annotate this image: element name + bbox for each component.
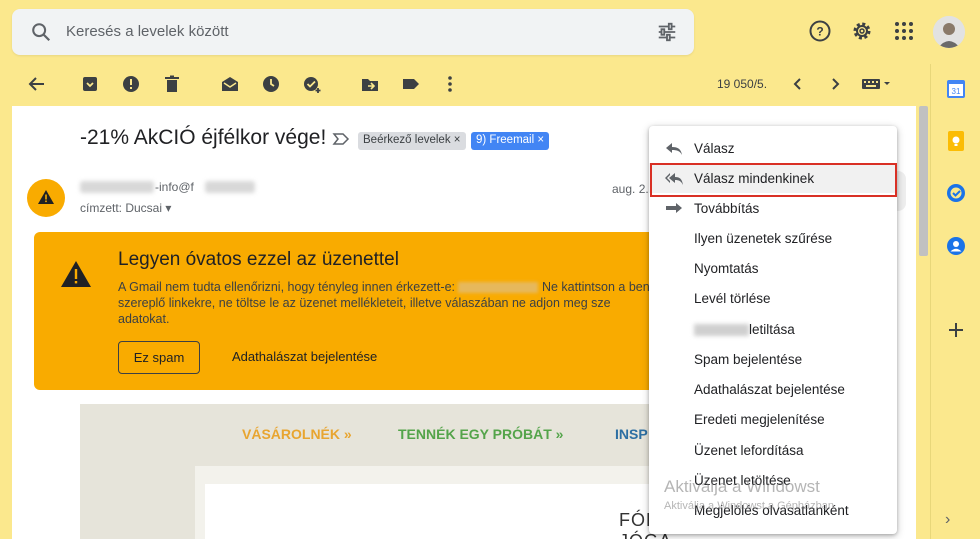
menu-item-label: Eredeti megjelenítése <box>694 412 825 427</box>
svg-text:?: ? <box>816 25 823 39</box>
warning-triangle-icon <box>38 190 54 204</box>
menu-item-forward[interactable]: Továbbítás <box>649 193 897 223</box>
sender-avatar <box>27 179 65 217</box>
menu-item-label: Válasz <box>694 141 735 156</box>
scrollbar-thumb[interactable] <box>919 106 928 256</box>
shop-link[interactable]: VÁSÁROLNÉK » <box>242 426 352 442</box>
snooze-icon[interactable] <box>261 74 281 94</box>
older-chevron-icon[interactable] <box>825 74 845 94</box>
sender-name-redacted <box>80 181 154 193</box>
report-spam-button[interactable]: Ez spam <box>118 341 200 374</box>
move-to-icon[interactable] <box>360 74 380 94</box>
top-bar: Keresés a levelek között ? <box>0 0 980 64</box>
menu-item-report-phishing[interactable]: Adathalászat bejelentése <box>649 374 897 404</box>
menu-item-label: Továbbítás <box>694 201 760 216</box>
side-panel: 31 <box>930 64 980 539</box>
warning-text-part2: Ne kattintson a benne <box>541 280 664 294</box>
more-actions-menu: Válasz Válasz mindenkinek Továbbítás Ily… <box>649 126 897 534</box>
label-chip-inbox[interactable]: Beérkező levelek × <box>358 132 466 150</box>
recipient-line[interactable]: címzett: Ducsai ▾ <box>80 201 171 215</box>
vertical-scrollbar[interactable] <box>917 106 930 256</box>
side-panel-expand-icon[interactable]: › <box>945 511 950 529</box>
menu-item-label: Válasz mindenkinek <box>694 171 815 186</box>
label-chip-text: Beérkező levelek <box>363 134 451 146</box>
sender-domain-redacted <box>205 181 255 193</box>
inspiration-link[interactable]: INSP <box>615 426 648 442</box>
menu-item-delete[interactable]: Levél törlése <box>649 283 897 313</box>
search-input[interactable]: Keresés a levelek között <box>66 23 229 40</box>
search-options-icon[interactable] <box>656 21 678 43</box>
label-chip-freemail[interactable]: 9) Freemail × <box>471 132 550 150</box>
archive-icon[interactable] <box>80 74 100 94</box>
warning-text-part1: A Gmail nem tudta ellenőrizni, hogy tény… <box>118 280 455 294</box>
menu-item-label: Levél törlése <box>694 291 771 306</box>
sender-email: -info@f <box>155 180 194 194</box>
reply-all-icon <box>665 173 683 185</box>
warning-icon <box>61 261 91 287</box>
forward-icon <box>666 203 682 213</box>
delete-icon[interactable] <box>162 74 182 94</box>
warning-text: A Gmail nem tudta ellenőrizni, hogy tény… <box>118 279 668 327</box>
importance-marker-icon[interactable] <box>332 132 350 146</box>
warning-text-line2: szereplő linkekre, ne töltse le az üzene… <box>118 296 611 310</box>
email-subject: -21% AkCIÓ éjfélkor vége! <box>80 126 327 149</box>
windows-activation-watermark: Aktiválja a Windowst <box>664 477 820 496</box>
windows-activation-subtitle: Aktiválja a Windowst a Gépházban. <box>664 500 838 512</box>
add-addon-icon[interactable] <box>945 319 967 341</box>
report-phishing-button[interactable]: Adathalászat bejelentése <box>232 349 377 364</box>
apps-grid-icon[interactable] <box>892 19 916 43</box>
more-vertical-icon[interactable] <box>440 74 460 94</box>
menu-item-label: Adathalászat bejelentése <box>694 382 845 397</box>
redacted-sender-name <box>694 324 749 336</box>
remove-label-icon[interactable]: × <box>454 134 461 146</box>
remove-label-icon[interactable]: × <box>537 134 544 146</box>
label-icon[interactable] <box>401 74 421 94</box>
menu-item-label: Üzenet lefordítása <box>694 443 804 458</box>
search-bar[interactable]: Keresés a levelek között <box>12 9 694 55</box>
phishing-warning-banner: Legyen óvatos ezzel az üzenettel A Gmail… <box>34 232 674 390</box>
recipient-text: címzett: Ducsai <box>80 201 163 215</box>
menu-item-print[interactable]: Nyomtatás <box>649 253 897 283</box>
search-icon[interactable] <box>30 21 52 43</box>
user-photo-icon <box>933 16 965 48</box>
calendar-icon[interactable]: 31 <box>945 78 967 100</box>
message-toolbar: 19 050/5. <box>0 64 930 106</box>
warning-title: Legyen óvatos ezzel az üzenettel <box>118 249 399 270</box>
menu-item-filter[interactable]: Ilyen üzenetek szűrése <box>649 223 897 253</box>
menu-item-label: Nyomtatás <box>694 261 759 276</box>
keyboard-icon[interactable] <box>861 74 891 94</box>
account-avatar[interactable] <box>933 16 965 48</box>
contacts-icon[interactable] <box>945 235 967 257</box>
reply-icon <box>666 143 682 155</box>
label-chip-text: 9) Freemail <box>476 134 535 146</box>
add-task-icon[interactable] <box>302 74 322 94</box>
back-arrow-icon[interactable] <box>27 74 47 94</box>
menu-item-report-spam[interactable]: Spam bejelentése <box>649 344 897 374</box>
email-date: aug. 2. <box>612 182 649 196</box>
warning-text-line3: adatokat. <box>118 312 170 326</box>
menu-item-show-original[interactable]: Eredeti megjelenítése <box>649 404 897 434</box>
svg-text:31: 31 <box>952 87 961 96</box>
newer-chevron-icon[interactable] <box>788 74 808 94</box>
recipient-details-icon[interactable]: ▾ <box>165 201 171 215</box>
email-content-panel: FÓLIÁS JÓGA <box>205 484 700 539</box>
message-count: 19 050/5. <box>717 77 768 91</box>
menu-item-label: Ilyen üzenetek szűrése <box>694 231 833 246</box>
redacted-address <box>458 282 539 294</box>
tasks-icon[interactable] <box>945 182 967 204</box>
report-spam-icon[interactable] <box>121 74 141 94</box>
menu-item-translate[interactable]: Üzenet lefordítása <box>649 435 897 465</box>
menu-item-block[interactable]: letiltása <box>649 314 897 344</box>
menu-item-reply[interactable]: Válasz <box>649 133 897 163</box>
email-content-box: FÓLIÁS JÓGA <box>195 466 700 539</box>
help-icon[interactable]: ? <box>808 19 832 43</box>
menu-item-label: letiltása <box>749 322 795 337</box>
menu-item-label: Spam bejelentése <box>694 352 803 367</box>
mark-unread-icon[interactable] <box>220 74 240 94</box>
keep-icon[interactable] <box>945 130 967 152</box>
menu-item-reply-all[interactable]: Válasz mindenkinek <box>649 163 897 197</box>
try-link[interactable]: TENNÉK EGY PRÓBÁT » <box>398 426 563 442</box>
settings-icon[interactable] <box>850 19 874 43</box>
email-body: VÁSÁROLNÉK » TENNÉK EGY PRÓBÁT » INSP FÓ… <box>80 404 700 539</box>
